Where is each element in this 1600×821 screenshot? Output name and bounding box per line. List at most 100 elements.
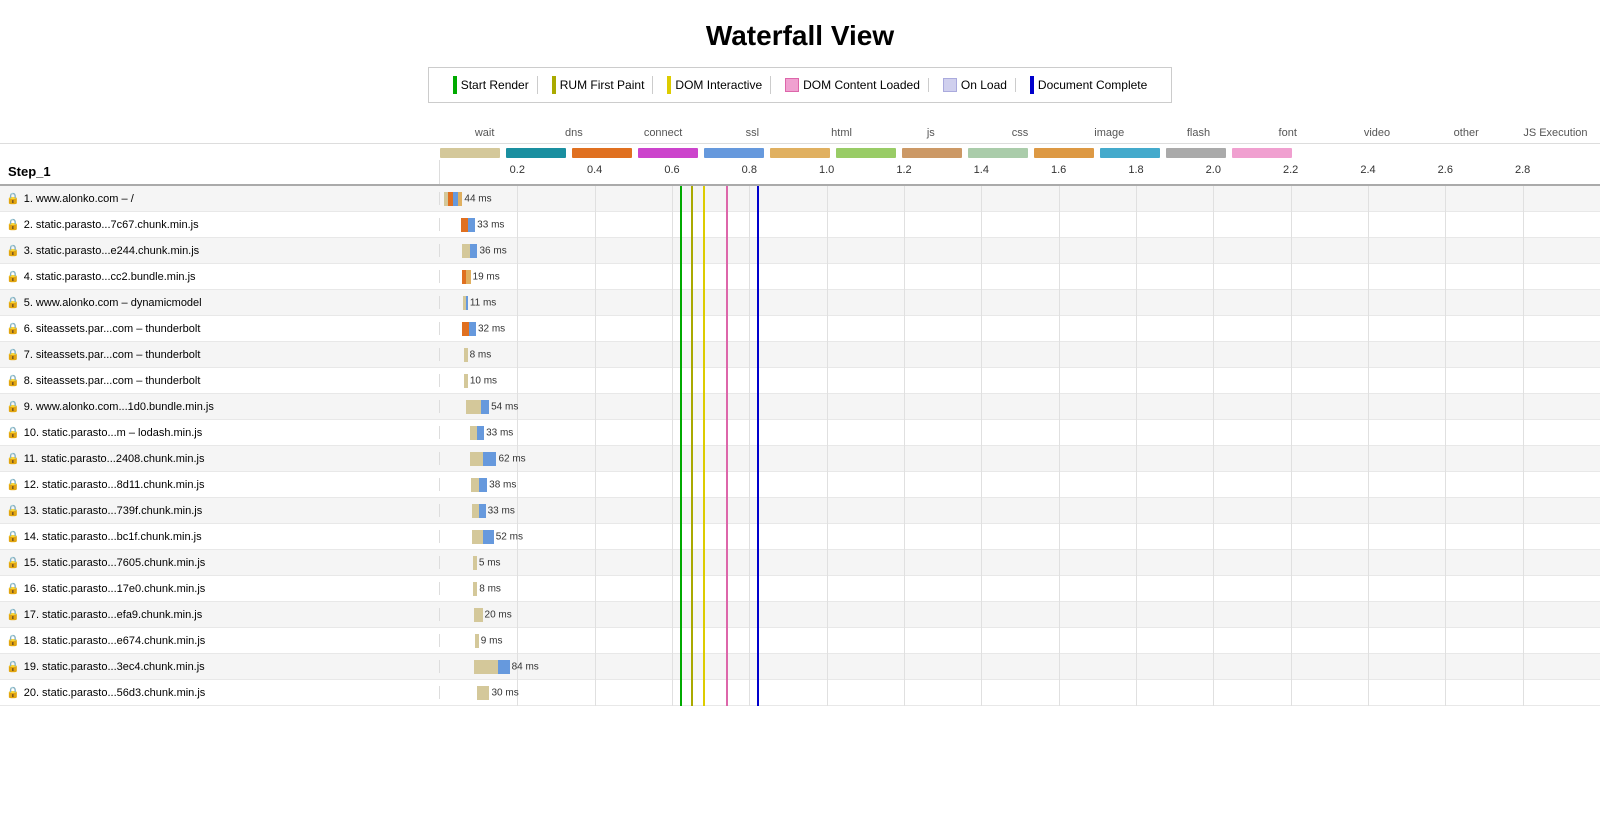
time-tick: 0.8 (742, 164, 757, 176)
vertical-line-start-render (680, 498, 682, 524)
vertical-line-rum-first-paint (691, 498, 693, 524)
table-row[interactable]: 🔒10. static.parasto...m – lodash.min.js3… (0, 420, 1600, 446)
bar-segment (481, 400, 489, 414)
grid-lines (440, 264, 1600, 290)
bar-segment (472, 530, 483, 544)
vertical-line-start-render (680, 368, 682, 394)
vertical-line-document-complete (757, 680, 759, 706)
vertical-line-dom-interactive (703, 420, 705, 446)
resource-type-connect: connect (618, 127, 707, 139)
table-row[interactable]: 🔒14. static.parasto...bc1f.chunk.min.js5… (0, 524, 1600, 550)
vertical-line-dom-content-loaded (726, 316, 728, 342)
timeline-cell: 62 ms (440, 446, 1600, 472)
bar-segment (472, 504, 479, 518)
grid-lines (440, 212, 1600, 238)
request-bar: 5 ms (473, 556, 477, 570)
resource-type-other: other (1422, 127, 1511, 139)
time-tick: 2.8 (1515, 164, 1530, 176)
vertical-line-document-complete (757, 420, 759, 446)
table-row[interactable]: 🔒5. www.alonko.com – dynamicmodel11 ms (0, 290, 1600, 316)
bar-segment (477, 686, 490, 700)
table-row[interactable]: 🔒1. www.alonko.com – / 44 ms (0, 186, 1600, 212)
row-label-text: 13. static.parasto...739f.chunk.min.js (24, 505, 203, 517)
vertical-line-rum-first-paint (691, 550, 693, 576)
table-row[interactable]: 🔒3. static.parasto...e244.chunk.min.js36… (0, 238, 1600, 264)
bar-segment (464, 374, 468, 388)
row-label-text: 11. static.parasto...2408.chunk.min.js (24, 453, 205, 465)
vertical-line-dom-content-loaded (726, 212, 728, 238)
bar-segment (483, 452, 496, 466)
table-row[interactable]: 🔒17. static.parasto...efa9.chunk.min.js2… (0, 602, 1600, 628)
vertical-line-start-render (680, 394, 682, 420)
row-label-text: 9. www.alonko.com...1d0.bundle.min.js (24, 401, 214, 413)
table-row[interactable]: 🔒15. static.parasto...7605.chunk.min.js 5… (0, 550, 1600, 576)
grid-lines (440, 186, 1600, 212)
table-row[interactable]: 🔒19. static.parasto...3ec4.chunk.min.js8… (0, 654, 1600, 680)
legend-item-start-render: Start Render (445, 76, 538, 94)
table-row[interactable]: 🔒12. static.parasto...8d11.chunk.min.js3… (0, 472, 1600, 498)
resource-types: waitdnsconnectsslhtmljscssimageflashfont… (440, 123, 1600, 143)
table-row[interactable]: 🔒18. static.parasto...e674.chunk.min.js9… (0, 628, 1600, 654)
vertical-line-dom-content-loaded (726, 368, 728, 394)
table-row[interactable]: 🔒8. siteassets.par...com – thunderbolt10… (0, 368, 1600, 394)
table-row[interactable]: 🔒6. siteassets.par...com – thunderbolt32… (0, 316, 1600, 342)
resource-type-html: html (797, 127, 886, 139)
timeline-cell: 33 ms (440, 420, 1600, 446)
table-row[interactable]: 🔒20. static.parasto...56d3.chunk.min.js3… (0, 680, 1600, 706)
table-row[interactable]: 🔒9. www.alonko.com...1d0.bundle.min.js54… (0, 394, 1600, 420)
color-bar-0 (440, 148, 500, 158)
duration-label: 11 ms (470, 297, 497, 308)
time-tick: 1.8 (1128, 164, 1143, 176)
bar-segment (474, 400, 482, 414)
lock-icon: 🔒 (6, 556, 20, 569)
legend: Start RenderRUM First PaintDOM Interacti… (428, 67, 1173, 103)
vertical-line-rum-first-paint (691, 212, 693, 238)
request-bar: 38 ms (471, 478, 487, 492)
vertical-line-document-complete (757, 550, 759, 576)
lock-icon: 🔒 (6, 686, 20, 699)
vertical-line-dom-interactive (703, 654, 705, 680)
duration-label: 5 ms (479, 557, 501, 568)
row-label-text: 3. static.parasto...e244.chunk.min.js (24, 245, 199, 257)
duration-label: 10 ms (470, 375, 497, 386)
vertical-line-dom-content-loaded (726, 342, 728, 368)
time-tick: 1.6 (1051, 164, 1066, 176)
vertical-line-start-render (680, 524, 682, 550)
vertical-line-dom-content-loaded (726, 524, 728, 550)
vertical-line-dom-interactive (703, 238, 705, 264)
row-label: 🔒15. static.parasto...7605.chunk.min.js (0, 556, 440, 569)
waterfall-container: waitdnsconnectsslhtmljscssimageflashfont… (0, 123, 1600, 706)
row-label: 🔒6. siteassets.par...com – thunderbolt (0, 322, 440, 335)
request-bar: 11 ms (463, 296, 468, 310)
grid-lines (440, 238, 1600, 264)
timeline-cell: 9 ms (440, 628, 1600, 654)
table-row[interactable]: 🔒13. static.parasto...739f.chunk.min.js3… (0, 498, 1600, 524)
timeline-cell: 33 ms (440, 498, 1600, 524)
vertical-line-start-render (680, 446, 682, 472)
duration-label: 38 ms (489, 479, 516, 490)
timeline-cell: 52 ms (440, 524, 1600, 550)
vertical-line-rum-first-paint (691, 628, 693, 654)
table-row[interactable]: 🔒2. static.parasto...7c67.chunk.min.js33… (0, 212, 1600, 238)
table-row[interactable]: 🔒11. static.parasto...2408.chunk.min.js6… (0, 446, 1600, 472)
row-label: 🔒1. www.alonko.com – / (0, 192, 440, 205)
legend-item-on-load: On Load (935, 78, 1016, 92)
request-bar: 10 ms (464, 374, 468, 388)
row-label: 🔒4. static.parasto...cc2.bundle.min.js (0, 270, 440, 283)
table-row[interactable]: 🔒16. static.parasto...17e0.chunk.min.js8… (0, 576, 1600, 602)
bar-segment (468, 218, 475, 232)
duration-label: 44 ms (464, 193, 491, 204)
bar-segment (470, 244, 478, 258)
lock-icon: 🔒 (6, 218, 20, 231)
request-bar: 62 ms (470, 452, 496, 466)
color-bar-2 (572, 148, 632, 158)
timeline-cell: 44 ms (440, 186, 1600, 212)
table-row[interactable]: 🔒7. siteassets.par...com – thunderbolt8 … (0, 342, 1600, 368)
request-bar: 52 ms (472, 530, 494, 544)
vertical-line-dom-content-loaded (726, 602, 728, 628)
resource-type-wait: wait (440, 127, 529, 139)
bar-segment (483, 530, 494, 544)
vertical-line-start-render (680, 420, 682, 446)
table-row[interactable]: 🔒4. static.parasto...cc2.bundle.min.js19… (0, 264, 1600, 290)
row-label: 🔒2. static.parasto...7c67.chunk.min.js (0, 218, 440, 231)
